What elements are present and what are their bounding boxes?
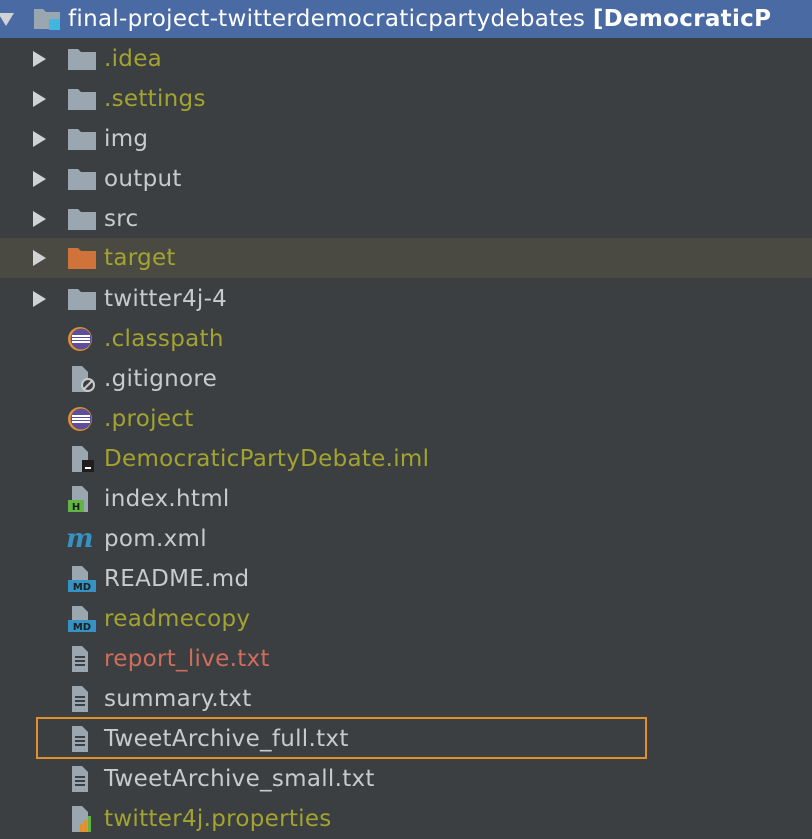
tree-item-label: src — [104, 206, 139, 232]
tree-item-report-live[interactable]: report_live.txt — [0, 639, 812, 679]
tree-item-label: TweetArchive_small.txt — [104, 766, 375, 792]
project-tree: final-project-twitterdemocraticpartydeba… — [0, 0, 812, 832]
tree-root[interactable]: final-project-twitterdemocraticpartydeba… — [0, 0, 812, 38]
tree-item-readmecopy[interactable]: MD readmecopy — [0, 599, 812, 639]
tree-item-label: readmecopy — [104, 606, 251, 632]
svg-text:MD: MD — [73, 622, 91, 632]
tree-item-label: twitter4j-4 — [104, 286, 228, 312]
expand-arrow-icon[interactable] — [33, 91, 46, 107]
tree-item-pom-xml[interactable]: m pom.xml — [0, 519, 812, 559]
expand-arrow-icon[interactable] — [33, 211, 46, 227]
tree-item-label: summary.txt — [104, 686, 252, 712]
expand-arrow-icon[interactable] — [33, 250, 46, 266]
folder-icon — [68, 209, 96, 230]
expand-arrow-icon[interactable] — [33, 131, 46, 147]
project-name-label: final-project-twitterdemocraticpartydeba… — [68, 6, 771, 32]
svg-text:m: m — [67, 526, 94, 552]
tree-item-label: .classpath — [104, 326, 224, 352]
tree-item-project[interactable]: .project — [0, 399, 812, 439]
expand-arrow-icon[interactable] — [33, 291, 46, 307]
tree-item-img[interactable]: img — [0, 119, 812, 159]
tree-item-output[interactable]: output — [0, 159, 812, 199]
tree-item-index-html[interactable]: H index.html — [0, 479, 812, 519]
eclipse-icon — [68, 407, 92, 431]
tree-item-label: TweetArchive_full.txt — [104, 726, 349, 752]
tree-item-label: img — [104, 126, 149, 152]
tree-item-gitignore[interactable]: .gitignore — [0, 359, 812, 399]
tree-item-label: index.html — [104, 486, 230, 512]
folder-icon — [68, 129, 96, 150]
tree-item-tweetarchive-full[interactable]: TweetArchive_full.txt — [0, 719, 812, 759]
tree-item-label: .project — [104, 406, 194, 432]
expand-arrow-icon[interactable] — [33, 171, 46, 187]
tree-item-readme-md[interactable]: MD README.md — [0, 559, 812, 599]
tree-item-tweetarchive-small[interactable]: TweetArchive_small.txt — [0, 759, 812, 799]
tree-item-label: target — [104, 245, 176, 271]
svg-text:H: H — [72, 502, 80, 512]
expand-arrow-icon[interactable] — [0, 12, 14, 26]
tree-item-iml[interactable]: DemocraticPartyDebate.iml — [0, 439, 812, 479]
expand-arrow-icon[interactable] — [33, 51, 46, 67]
text-file-icon — [72, 766, 88, 792]
maven-icon: m — [67, 526, 94, 552]
tree-item-label: output — [104, 166, 182, 192]
ignore-file-icon — [72, 366, 95, 392]
folder-icon — [68, 289, 96, 310]
tree-item-twitter4j-4[interactable]: twitter4j-4 — [0, 279, 812, 319]
project-folder-icon — [34, 9, 60, 30]
tree-item-summary[interactable]: summary.txt — [0, 679, 812, 719]
markdown-file-icon: MD — [68, 606, 96, 632]
tree-item-label: pom.xml — [104, 526, 207, 552]
tree-item-label: twitter4j.properties — [104, 806, 332, 832]
eclipse-icon — [68, 327, 92, 351]
tree-item-target[interactable]: target — [0, 238, 812, 278]
tree-item-classpath[interactable]: .classpath — [0, 319, 812, 359]
folder-icon — [68, 169, 96, 190]
folder-icon — [68, 49, 96, 70]
text-file-icon — [72, 646, 88, 672]
project-name: final-project-twitterdemocraticpartydeba… — [68, 6, 586, 32]
text-file-icon — [72, 686, 88, 712]
svg-text:MD: MD — [73, 582, 91, 592]
tree-item-label: DemocraticPartyDebate.iml — [104, 446, 430, 472]
tree-item-label: .gitignore — [104, 366, 218, 392]
tree-item-twitter4j-properties[interactable]: twitter4j.properties — [0, 799, 812, 839]
html-file-icon: H — [68, 486, 88, 512]
tree-item-label: .settings — [104, 86, 206, 112]
tree-item-label: README.md — [104, 566, 250, 592]
properties-file-icon — [72, 806, 91, 832]
module-name: [DemocraticP — [592, 6, 772, 32]
tree-item-settings[interactable]: .settings — [0, 79, 812, 119]
tree-item-src[interactable]: src — [0, 199, 812, 239]
tree-item-label: report_live.txt — [104, 646, 270, 672]
excluded-folder-icon — [68, 248, 96, 269]
tree-item-idea[interactable]: .idea — [0, 39, 812, 79]
markdown-file-icon: MD — [68, 566, 96, 592]
iml-file-icon — [72, 446, 94, 472]
tree-item-label: .idea — [104, 46, 163, 72]
folder-icon — [68, 89, 96, 110]
text-file-icon — [72, 726, 88, 752]
